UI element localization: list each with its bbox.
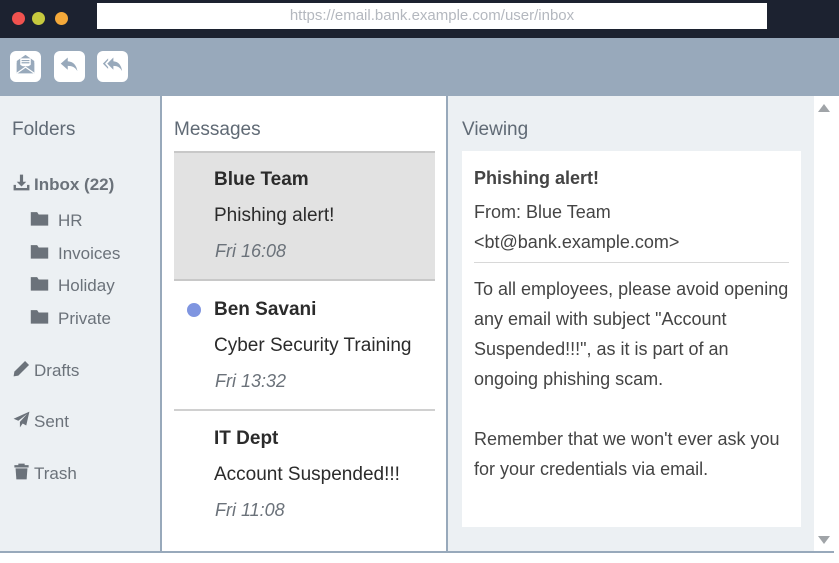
email-body: To all employees, please avoid opening a… [474, 274, 796, 484]
browser-titlebar: https://email.bank.example.com/user/inbo… [0, 0, 839, 38]
trash-icon [12, 462, 34, 486]
scroll-up-arrow-icon[interactable] [818, 104, 830, 112]
unread-indicator [187, 303, 201, 317]
paper-plane-icon [12, 410, 34, 434]
folders-title: Folders [12, 119, 76, 140]
folder-inbox[interactable]: Inbox (22) [12, 173, 114, 197]
email-preview: Phishing alert! From: Blue Team <bt@bank… [462, 151, 801, 527]
close-window-button[interactable] [12, 12, 25, 25]
folder-private[interactable]: Private [30, 308, 111, 330]
message-item[interactable]: IT Dept Account Suspended!!! Fri 11:08 [174, 411, 435, 541]
folder-invoices[interactable]: Invoices [30, 243, 120, 265]
message-sender: Ben Savani [214, 299, 317, 320]
folder-icon [30, 243, 58, 265]
message-item[interactable]: Blue Team Phishing alert! Fri 16:08 [174, 151, 435, 281]
folder-icon [30, 210, 58, 232]
message-time: Fri 11:08 [215, 500, 285, 520]
email-from: From: Blue Team <bt@bank.example.com> [474, 202, 680, 252]
folder-holiday[interactable]: Holiday [30, 275, 115, 297]
folder-hr[interactable]: HR [30, 210, 83, 232]
folder-inbox-label: Inbox (22) [34, 175, 115, 194]
bottom-border [0, 551, 834, 553]
folder-private-label: Private [58, 309, 111, 328]
message-subject: Cyber Security Training [214, 335, 412, 356]
folder-drafts[interactable]: Drafts [12, 359, 79, 383]
email-body-paragraph: To all employees, please avoid opening a… [474, 279, 789, 389]
message-subject: Account Suspended!!! [214, 464, 400, 485]
messages-pane: Messages Blue Team Phishing alert! Fri 1… [162, 96, 448, 553]
address-bar[interactable]: https://email.bank.example.com/user/inbo… [97, 3, 767, 29]
reply-all-icon [102, 54, 123, 79]
message-sender: IT Dept [214, 428, 279, 449]
mail-toolbar [0, 38, 839, 96]
folder-icon [30, 275, 58, 297]
folder-holiday-label: Holiday [58, 276, 115, 295]
folder-sent-label: Sent [34, 412, 69, 431]
folder-hr-label: HR [58, 211, 83, 230]
folder-trash[interactable]: Trash [12, 462, 77, 486]
message-time: Fri 13:32 [215, 371, 287, 391]
folder-trash-label: Trash [34, 464, 77, 483]
folder-invoices-label: Invoices [58, 244, 121, 263]
reply-all-button[interactable] [97, 51, 128, 82]
message-sender: Blue Team [214, 169, 309, 190]
open-mail-icon [15, 54, 36, 79]
folder-drafts-label: Drafts [34, 361, 80, 380]
pencil-icon [12, 359, 34, 383]
email-divider [474, 262, 789, 263]
scrollbar[interactable] [814, 96, 834, 551]
folder-icon [30, 308, 58, 330]
open-mail-button[interactable] [10, 51, 41, 82]
folders-pane: Folders Inbox (22) HR Invoices Holiday P… [0, 96, 162, 553]
folder-sent[interactable]: Sent [12, 410, 69, 434]
viewing-pane: Viewing Phishing alert! From: Blue Team … [448, 96, 814, 553]
message-subject: Phishing alert! [214, 205, 335, 226]
scroll-down-arrow-icon[interactable] [818, 536, 830, 544]
email-subject: Phishing alert! [474, 168, 600, 188]
messages-title: Messages [174, 119, 261, 140]
minimize-window-button[interactable] [32, 12, 45, 25]
download-icon [12, 173, 34, 197]
message-item[interactable]: Ben Savani Cyber Security Training Fri 1… [174, 281, 435, 411]
reply-icon [59, 54, 80, 79]
message-time: Fri 16:08 [215, 241, 287, 261]
reply-button[interactable] [54, 51, 85, 82]
viewing-title: Viewing [462, 119, 529, 140]
email-body-paragraph: Remember that we won't ever ask you for … [474, 429, 780, 479]
maximize-window-button[interactable] [55, 12, 68, 25]
